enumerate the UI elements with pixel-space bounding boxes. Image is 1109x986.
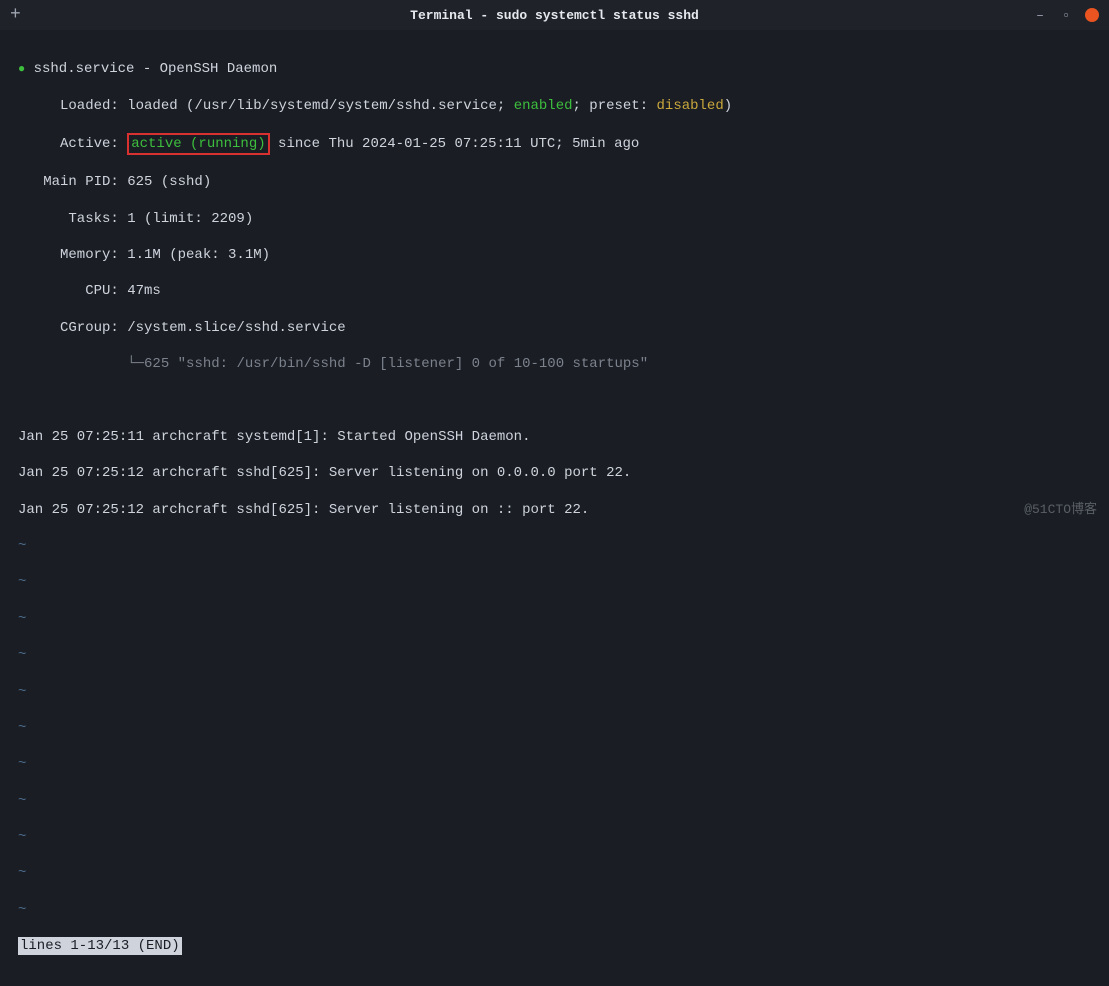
preset-status: disabled [657, 98, 724, 114]
tilde-line: ~ [18, 792, 1091, 810]
tilde-line: ~ [18, 683, 1091, 701]
loaded-text3: ) [724, 98, 732, 114]
window-title: Terminal - sudo systemctl status sshd [410, 8, 699, 23]
tilde-line: ~ [18, 755, 1091, 773]
log-line: Jan 25 07:25:12 archcraft sshd[625]: Ser… [18, 501, 1091, 519]
service-name: sshd.service - OpenSSH Daemon [25, 61, 277, 77]
watermark: @51CTO博客 [1024, 498, 1097, 517]
terminal-output[interactable]: ● sshd.service - OpenSSH Daemon Loaded: … [0, 30, 1109, 986]
close-button[interactable] [1085, 8, 1099, 22]
active-since: since Thu 2024-01-25 07:25:11 UTC; 5min … [270, 136, 640, 152]
minimize-button[interactable]: – [1033, 8, 1047, 22]
maximize-button[interactable]: ▫ [1059, 8, 1073, 22]
loaded-text: loaded (/usr/lib/systemd/system/sshd.ser… [127, 98, 513, 114]
tilde-line: ~ [18, 901, 1091, 919]
titlebar-left: + [10, 5, 21, 25]
loaded-label: Loaded: [18, 98, 127, 114]
tilde-line: ~ [18, 573, 1091, 591]
add-tab-button[interactable]: + [10, 5, 21, 25]
memory: Memory: 1.1M (peak: 3.1M) [18, 246, 1091, 264]
tilde-line: ~ [18, 537, 1091, 555]
cgroup-process: 625 "sshd: /usr/bin/sshd -D [listener] 0… [144, 356, 648, 372]
tilde-line: ~ [18, 646, 1091, 664]
cgroup-tree: └─ [18, 356, 144, 372]
tilde-line: ~ [18, 610, 1091, 628]
active-status: active (running) [131, 136, 265, 152]
cgroup: CGroup: /system.slice/sshd.service [18, 319, 1091, 337]
tilde-line: ~ [18, 828, 1091, 846]
log-line: Jan 25 07:25:11 archcraft systemd[1]: St… [18, 428, 1091, 446]
tasks: Tasks: 1 (limit: 2209) [18, 210, 1091, 228]
log-line: Jan 25 07:25:12 archcraft sshd[625]: Ser… [18, 464, 1091, 482]
loaded-text2: ; preset: [573, 98, 657, 114]
tilde-line: ~ [18, 864, 1091, 882]
pager-status: lines 1-13/13 (END) [18, 937, 182, 955]
window-controls: – ▫ [1033, 8, 1099, 22]
enabled-status: enabled [514, 98, 573, 114]
cpu: CPU: 47ms [18, 282, 1091, 300]
active-label: Active: [18, 136, 127, 152]
highlight-box: active (running) [127, 133, 269, 155]
tilde-line: ~ [18, 719, 1091, 737]
titlebar: + Terminal - sudo systemctl status sshd … [0, 0, 1109, 30]
main-pid: Main PID: 625 (sshd) [18, 173, 1091, 191]
